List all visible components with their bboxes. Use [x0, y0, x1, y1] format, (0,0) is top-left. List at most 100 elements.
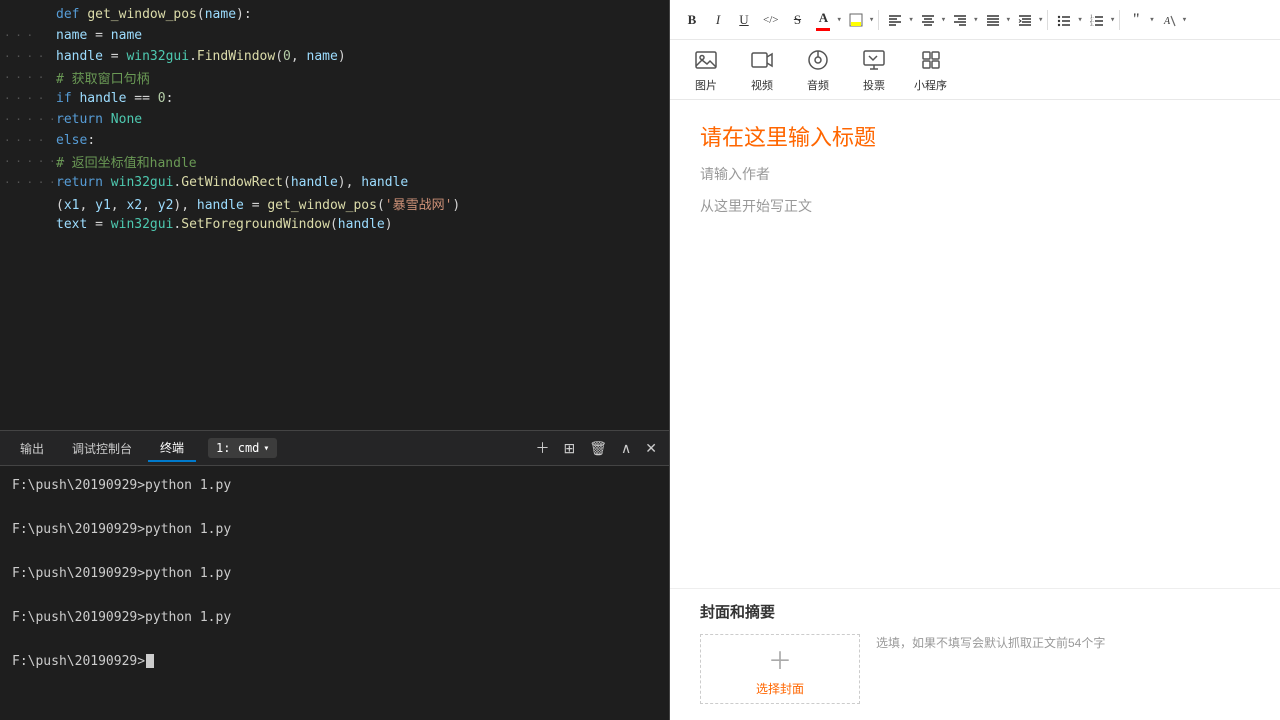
audio-label: 音频 — [807, 77, 829, 93]
terminal-line: F:\push\20190929>python 1.py — [12, 562, 657, 584]
terminal-dropdown[interactable]: 1: cmd ▾ — [208, 438, 277, 458]
highlight-dropdown[interactable]: ▾ — [844, 7, 874, 33]
insert-audio-button[interactable]: 音频 — [802, 46, 834, 93]
cover-section-title: 封面和摘要 — [700, 589, 1250, 622]
left-panel: def get_window_pos(name): · · ·name = nam… — [0, 0, 670, 720]
code-content: name = name — [56, 28, 669, 43]
code-line: · · ·name = name — [0, 25, 669, 46]
clear-format-dropdown[interactable]: A ▾ — [1157, 7, 1187, 33]
quote-button[interactable]: " — [1124, 7, 1148, 33]
terminal-prompt: F:\push\20190929>python 1.py — [12, 566, 231, 581]
svg-text:3.: 3. — [1090, 23, 1094, 27]
cover-area: ＋ 选择封面 选填，如果不填写会默认抓取正文前54个字 — [700, 634, 1250, 704]
article-body-placeholder[interactable]: 从这里开始写正文 — [700, 196, 1250, 216]
cover-section: 封面和摘要 ＋ 选择封面 选填，如果不填写会默认抓取正文前54个字 — [670, 588, 1280, 720]
miniapp-label: 小程序 — [914, 77, 947, 93]
separator-2 — [1047, 10, 1048, 30]
align-center-button[interactable] — [916, 7, 940, 33]
collapse-terminal-button[interactable]: ∧ — [617, 438, 635, 459]
miniapp-icon — [915, 46, 947, 74]
clear-format-arrow-icon: ▾ — [1182, 15, 1187, 25]
unordered-list-button[interactable] — [1052, 7, 1076, 33]
code-content: return None — [56, 112, 669, 127]
terminal-panel: 输出 调试控制台 终端 1: cmd ▾ ＋ ⊞ 🗑 ∧ ✕ F:\push\2… — [0, 430, 669, 720]
indent-button[interactable] — [1013, 7, 1037, 33]
image-icon — [690, 46, 722, 74]
cover-image-selector[interactable]: ＋ 选择封面 — [700, 634, 860, 704]
indent-arrow-icon: ▾ — [1038, 15, 1043, 25]
terminal-prompt: F:\push\20190929>python 1.py — [12, 610, 231, 625]
highlight-button[interactable] — [844, 7, 868, 33]
cover-image-label: 选择封面 — [756, 680, 804, 697]
plus-icon: ＋ — [768, 641, 792, 676]
code-editor: def get_window_pos(name): · · ·name = nam… — [0, 0, 669, 430]
font-color-arrow-icon: ▾ — [836, 15, 841, 25]
terminal-last-line: F:\push\20190929> — [12, 650, 657, 672]
code-content: handle = win32gui.FindWindow(0, name) — [56, 49, 669, 64]
terminal-line: F:\push\20190929>python 1.py — [12, 518, 657, 540]
align-right-button[interactable] — [948, 7, 972, 33]
align-center-dropdown[interactable]: ▾ — [916, 7, 946, 33]
terminal-prompt: F:\push\20190929> — [12, 654, 145, 669]
code-line: · · · · · · · ·return win32gui.GetWindow… — [0, 172, 669, 193]
tab-debug[interactable]: 调试控制台 — [60, 436, 144, 461]
line-dots: · · · · · · · · — [4, 155, 56, 168]
list-ol-dropdown[interactable]: 1.2.3. ▾ — [1085, 7, 1115, 33]
tab-output[interactable]: 输出 — [8, 436, 56, 461]
indent-dropdown[interactable]: ▾ — [1013, 7, 1043, 33]
align-left-dropdown[interactable]: ▾ — [883, 7, 913, 33]
font-color-button[interactable]: A — [811, 7, 835, 33]
justify-button[interactable] — [981, 7, 1005, 33]
article-title-placeholder[interactable]: 请在这里输入标题 — [700, 120, 1250, 152]
terminal-tabs: 输出 调试控制台 终端 1: cmd ▾ ＋ ⊞ 🗑 ∧ ✕ — [0, 431, 669, 466]
strikethrough-button[interactable]: S — [785, 7, 809, 33]
code-content: # 获取窗口句柄 — [56, 68, 669, 87]
article-author-placeholder[interactable]: 请输入作者 — [700, 164, 1250, 184]
insert-video-button[interactable]: 视频 — [746, 46, 778, 93]
article-content: 请在这里输入标题 请输入作者 从这里开始写正文 — [670, 100, 1280, 588]
terminal-line: F:\push\20190929>python 1.py — [12, 606, 657, 628]
code-line: · · · ·else: — [0, 130, 669, 151]
align-right-dropdown[interactable]: ▾ — [948, 7, 978, 33]
cover-description: 选填，如果不填写会默认抓取正文前54个字 — [876, 634, 1105, 704]
separator-1 — [878, 10, 879, 30]
italic-button[interactable]: I — [706, 7, 730, 33]
dropdown-arrow-icon: ▾ — [263, 443, 269, 454]
code-content: def get_window_pos(name): — [56, 7, 669, 22]
line-dots: · · · · — [4, 134, 56, 147]
close-terminal-button[interactable]: ✕ — [641, 438, 661, 459]
quote-dropdown[interactable]: " ▾ — [1124, 7, 1154, 33]
delete-terminal-button[interactable]: 🗑 — [585, 438, 611, 459]
terminal-prompt: F:\push\20190929>python 1.py — [12, 478, 231, 493]
insert-slides-button[interactable]: 投票 — [858, 46, 890, 93]
align-left-button[interactable] — [883, 7, 907, 33]
highlight-arrow-icon: ▾ — [869, 15, 874, 25]
tab-terminal[interactable]: 终端 — [148, 435, 196, 462]
video-icon — [746, 46, 778, 74]
align-right-arrow-icon: ▾ — [973, 15, 978, 25]
justify-dropdown[interactable]: ▾ — [981, 7, 1011, 33]
slides-label: 投票 — [863, 77, 885, 93]
line-dots: · · · · — [4, 71, 56, 84]
clear-format-button[interactable]: A — [1157, 7, 1181, 33]
underline-button[interactable]: U — [732, 7, 756, 33]
terminal-cursor — [146, 654, 154, 668]
terminal-line — [12, 584, 657, 606]
terminal-line: F:\push\20190929>python 1.py — [12, 474, 657, 496]
formatting-toolbar: B I U </> S A ▾ ▾ ▾ ▾ — [670, 0, 1280, 40]
code-content: return win32gui.GetWindowRect(handle), h… — [56, 175, 669, 190]
terminal-line — [12, 540, 657, 562]
right-panel: B I U </> S A ▾ ▾ ▾ ▾ — [670, 0, 1280, 720]
add-terminal-button[interactable]: ＋ — [532, 436, 554, 460]
split-terminal-button[interactable]: ⊞ — [560, 438, 580, 459]
font-color-dropdown[interactable]: A ▾ — [811, 7, 841, 33]
bold-button[interactable]: B — [680, 7, 704, 33]
code-button[interactable]: </> — [758, 7, 783, 33]
line-dots: · · · · — [4, 92, 56, 105]
list-ul-dropdown[interactable]: ▾ — [1052, 7, 1082, 33]
code-line: def get_window_pos(name): — [0, 4, 669, 25]
insert-miniapp-button[interactable]: 小程序 — [914, 46, 947, 93]
insert-image-button[interactable]: 图片 — [690, 46, 722, 93]
ordered-list-button[interactable]: 1.2.3. — [1085, 7, 1109, 33]
terminal-prompt: F:\push\20190929>python 1.py — [12, 522, 231, 537]
